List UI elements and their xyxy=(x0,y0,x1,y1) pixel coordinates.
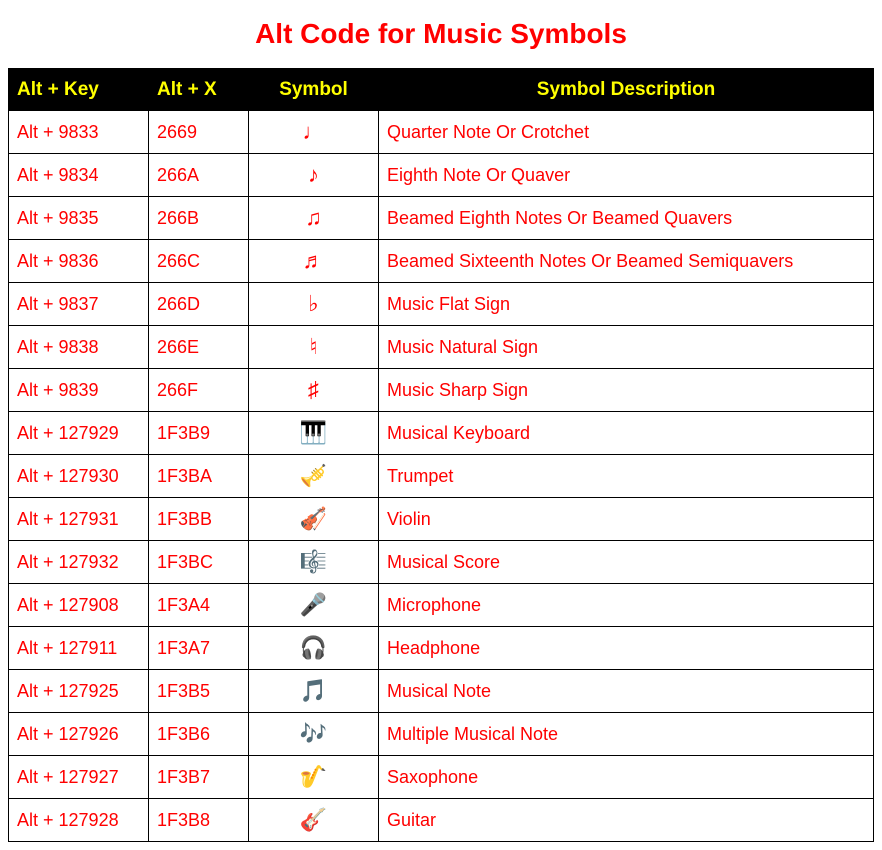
cell-altx: 1F3BC xyxy=(149,541,249,584)
cell-symbol: 🎺 xyxy=(249,455,379,498)
cell-altx: 266E xyxy=(149,326,249,369)
cell-altkey: Alt + 127932 xyxy=(9,541,149,584)
table-row: Alt + 1279311F3BB🎻Violin xyxy=(9,498,874,541)
header-symbol: Symbol xyxy=(249,69,379,111)
cell-desc: Musical Note xyxy=(379,670,874,713)
table-row: Alt + 9839266F♯Music Sharp Sign xyxy=(9,369,874,412)
cell-symbol: ♪ xyxy=(249,154,379,197)
cell-desc: Multiple Musical Note xyxy=(379,713,874,756)
cell-altkey: Alt + 9837 xyxy=(9,283,149,326)
cell-altkey: Alt + 127925 xyxy=(9,670,149,713)
cell-symbol: ♮ xyxy=(249,326,379,369)
cell-symbol: ♫ xyxy=(249,197,379,240)
cell-desc: Quarter Note Or Crotchet xyxy=(379,111,874,154)
cell-altkey: Alt + 127931 xyxy=(9,498,149,541)
table-row: Alt + 98332669♩Quarter Note Or Crotchet xyxy=(9,111,874,154)
cell-symbol: 🎹 xyxy=(249,412,379,455)
cell-altx: 1F3B5 xyxy=(149,670,249,713)
header-altkey: Alt + Key xyxy=(9,69,149,111)
cell-symbol: ♩ xyxy=(249,111,379,154)
table-row: Alt + 1279261F3B6🎶Multiple Musical Note xyxy=(9,713,874,756)
cell-altx: 1F3B8 xyxy=(149,799,249,842)
table-row: Alt + 1279251F3B5🎵Musical Note xyxy=(9,670,874,713)
table-row: Alt + 9837266D♭Music Flat Sign xyxy=(9,283,874,326)
cell-altkey: Alt + 9836 xyxy=(9,240,149,283)
cell-desc: Violin xyxy=(379,498,874,541)
cell-altx: 1F3A7 xyxy=(149,627,249,670)
cell-symbol: ♯ xyxy=(249,369,379,412)
cell-symbol: 🎻 xyxy=(249,498,379,541)
cell-desc: Beamed Sixteenth Notes Or Beamed Semiqua… xyxy=(379,240,874,283)
table-row: Alt + 1279321F3BC🎼Musical Score xyxy=(9,541,874,584)
cell-altkey: Alt + 127911 xyxy=(9,627,149,670)
cell-altx: 1F3B7 xyxy=(149,756,249,799)
cell-desc: Beamed Eighth Notes Or Beamed Quavers xyxy=(379,197,874,240)
header-desc: Symbol Description xyxy=(379,69,874,111)
cell-symbol: 🎸 xyxy=(249,799,379,842)
cell-altkey: Alt + 9839 xyxy=(9,369,149,412)
cell-altkey: Alt + 9834 xyxy=(9,154,149,197)
cell-desc: Eighth Note Or Quaver xyxy=(379,154,874,197)
cell-symbol: 🎧 xyxy=(249,627,379,670)
cell-desc: Trumpet xyxy=(379,455,874,498)
cell-desc: Music Sharp Sign xyxy=(379,369,874,412)
cell-desc: Music Flat Sign xyxy=(379,283,874,326)
table-header-row: Alt + Key Alt + X Symbol Symbol Descript… xyxy=(9,69,874,111)
table-row: Alt + 1279271F3B7🎷Saxophone xyxy=(9,756,874,799)
cell-symbol: ♬ xyxy=(249,240,379,283)
table-row: Alt + 9834266A♪Eighth Note Or Quaver xyxy=(9,154,874,197)
table-row: Alt + 1279301F3BA🎺Trumpet xyxy=(9,455,874,498)
header-altx: Alt + X xyxy=(149,69,249,111)
cell-desc: Saxophone xyxy=(379,756,874,799)
page-title: Alt Code for Music Symbols xyxy=(8,18,874,50)
table-row: Alt + 9835266B♫Beamed Eighth Notes Or Be… xyxy=(9,197,874,240)
cell-altx: 1F3B9 xyxy=(149,412,249,455)
cell-desc: Music Natural Sign xyxy=(379,326,874,369)
cell-symbol: 🎵 xyxy=(249,670,379,713)
table-row: Alt + 1279281F3B8🎸Guitar xyxy=(9,799,874,842)
cell-altkey: Alt + 127929 xyxy=(9,412,149,455)
cell-symbol: ♭ xyxy=(249,283,379,326)
cell-altx: 1F3BB xyxy=(149,498,249,541)
cell-altkey: Alt + 9833 xyxy=(9,111,149,154)
table-row: Alt + 9836266C♬Beamed Sixteenth Notes Or… xyxy=(9,240,874,283)
alt-code-table: Alt + Key Alt + X Symbol Symbol Descript… xyxy=(8,68,874,842)
cell-desc: Microphone xyxy=(379,584,874,627)
table-row: Alt + 9838266E♮Music Natural Sign xyxy=(9,326,874,369)
cell-altx: 2669 xyxy=(149,111,249,154)
cell-altx: 1F3BA xyxy=(149,455,249,498)
cell-desc: Musical Keyboard xyxy=(379,412,874,455)
table-row: Alt + 1279291F3B9🎹Musical Keyboard xyxy=(9,412,874,455)
cell-altx: 266C xyxy=(149,240,249,283)
cell-desc: Musical Score xyxy=(379,541,874,584)
cell-desc: Headphone xyxy=(379,627,874,670)
cell-altx: 266D xyxy=(149,283,249,326)
cell-altx: 1F3B6 xyxy=(149,713,249,756)
cell-altkey: Alt + 127927 xyxy=(9,756,149,799)
table-row: Alt + 1279111F3A7🎧Headphone xyxy=(9,627,874,670)
cell-altx: 266B xyxy=(149,197,249,240)
cell-symbol: 🎶 xyxy=(249,713,379,756)
cell-desc: Guitar xyxy=(379,799,874,842)
cell-altx: 266A xyxy=(149,154,249,197)
cell-altkey: Alt + 9835 xyxy=(9,197,149,240)
cell-altkey: Alt + 9838 xyxy=(9,326,149,369)
cell-symbol: 🎼 xyxy=(249,541,379,584)
cell-altkey: Alt + 127926 xyxy=(9,713,149,756)
cell-symbol: 🎤 xyxy=(249,584,379,627)
cell-symbol: 🎷 xyxy=(249,756,379,799)
table-row: Alt + 1279081F3A4🎤Microphone xyxy=(9,584,874,627)
cell-altkey: Alt + 127928 xyxy=(9,799,149,842)
cell-altx: 1F3A4 xyxy=(149,584,249,627)
cell-altkey: Alt + 127908 xyxy=(9,584,149,627)
cell-altkey: Alt + 127930 xyxy=(9,455,149,498)
cell-altx: 266F xyxy=(149,369,249,412)
